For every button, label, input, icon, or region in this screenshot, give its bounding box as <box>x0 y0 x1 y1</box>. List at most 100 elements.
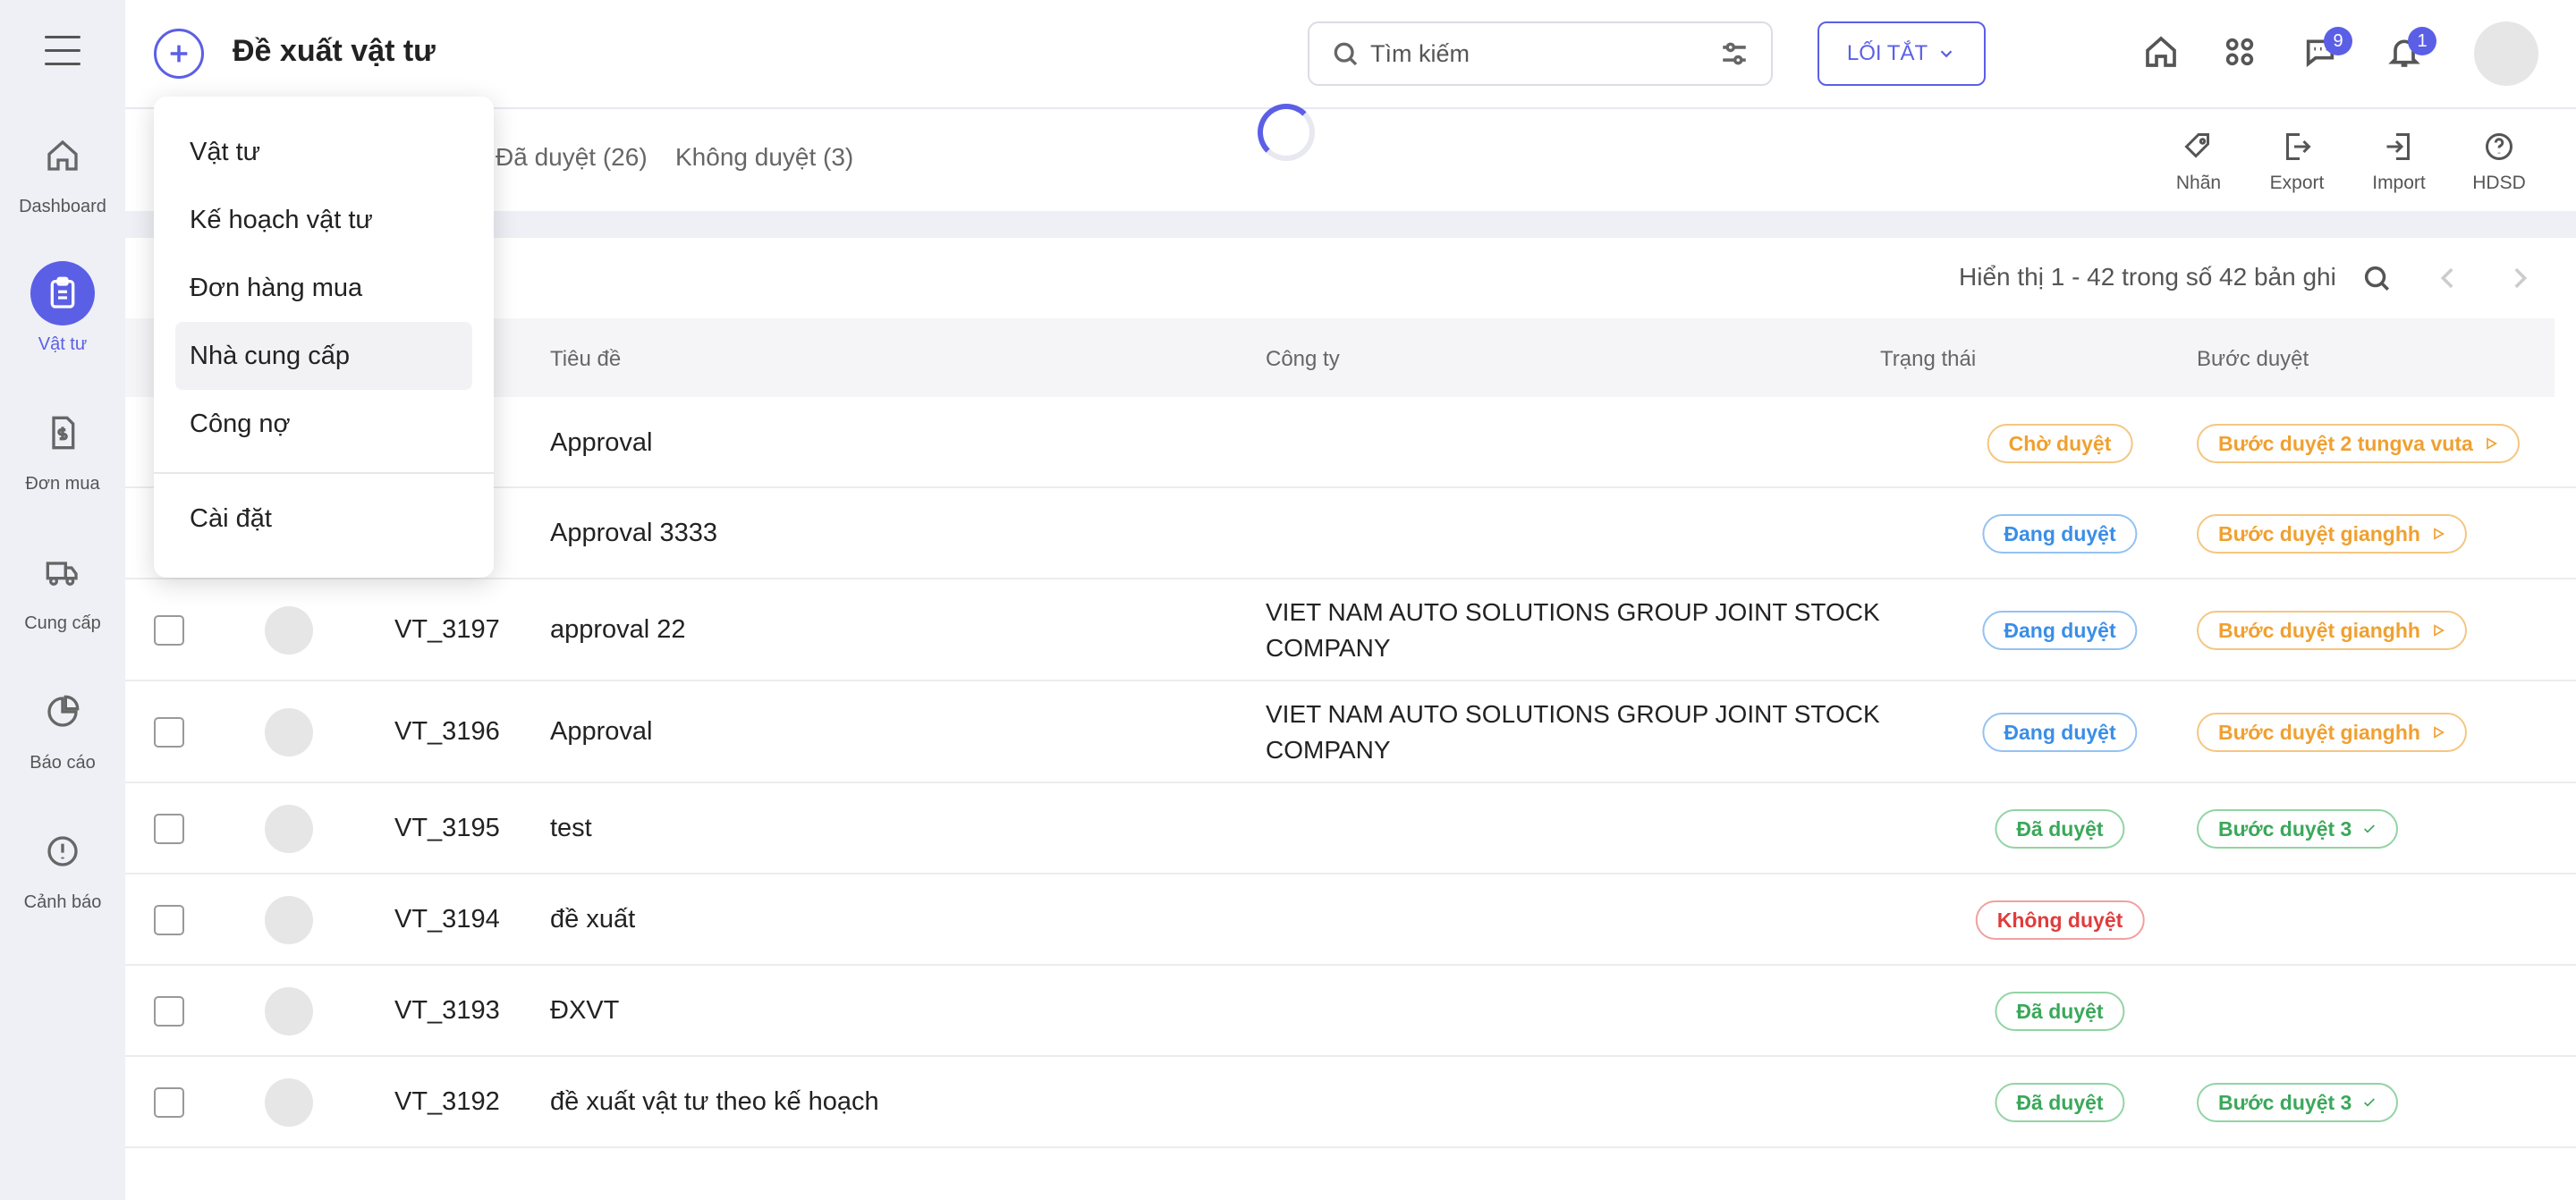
tag-button[interactable]: Nhãn <box>2154 131 2243 194</box>
row-title[interactable]: approval 22 <box>550 615 686 645</box>
sidebar-item-cung-cap[interactable]: Cung cấp <box>0 540 125 634</box>
approval-step-badge[interactable]: Bước duyệt 3 <box>2197 809 2399 849</box>
row-title[interactable]: đề xuất <box>550 905 635 934</box>
row-title[interactable]: test <box>550 814 592 843</box>
plus-icon <box>170 45 188 63</box>
row-title[interactable]: đề xuất vật tư theo kế hoạch <box>550 1087 879 1117</box>
approval-step-badge[interactable]: Bước duyệt gianghh <box>2197 611 2467 650</box>
chat-icon[interactable]: 9 <box>2302 27 2352 73</box>
column-title[interactable]: Tiêu đề <box>550 347 621 372</box>
row-title[interactable]: Approval <box>550 428 652 458</box>
approval-step-badge[interactable]: Bước duyệt gianghh <box>2197 514 2467 554</box>
shortcut-label: LỐI TẮT <box>1846 41 1928 65</box>
row-checkbox[interactable] <box>154 1087 184 1118</box>
page-title: Đề xuất vật tư <box>233 34 436 68</box>
sidebar-item-label: Cung cấp <box>24 613 101 633</box>
sidebar-item-label: Đơn mua <box>25 474 100 494</box>
menu-item-nha-cung-cap[interactable]: Nhà cung cấp <box>175 322 472 390</box>
apps-grid-icon[interactable] <box>2222 34 2261 73</box>
table-row[interactable]: VT_3193 ĐXVT Đã duyệt <box>125 966 2576 1057</box>
top-header: Đề xuất vật tư LỐI TẮT 9 1 <box>125 0 2576 109</box>
export-icon <box>2286 133 2311 160</box>
search-input[interactable] <box>1370 39 1719 68</box>
tab-approved[interactable]: Đã duyệt (26) <box>496 143 648 172</box>
sidebar-item-bao-cao[interactable]: Báo cáo <box>0 680 125 773</box>
approval-step-badge[interactable]: Bước duyệt gianghh <box>2197 713 2467 752</box>
column-step[interactable]: Bước duyệt <box>2197 347 2309 372</box>
avatar <box>265 606 313 655</box>
menu-divider <box>154 472 494 474</box>
row-checkbox[interactable] <box>154 814 184 844</box>
import-button[interactable]: Import <box>2354 131 2444 194</box>
menu-item-don-hang-mua[interactable]: Đơn hàng mua <box>175 254 472 322</box>
search-box[interactable] <box>1308 21 1773 86</box>
approval-step-label: Bước duyệt 3 <box>2218 1090 2352 1114</box>
table-search-icon[interactable] <box>2361 263 2394 295</box>
column-company[interactable]: Công ty <box>1266 347 1340 372</box>
export-button[interactable]: Export <box>2252 131 2342 194</box>
pie-chart-icon <box>30 680 95 744</box>
home-shortcut-icon[interactable] <box>2143 34 2182 73</box>
row-code: VT_3196 <box>394 717 500 746</box>
create-dropdown-menu: Vật tư Kế hoạch vật tư Đơn hàng mua Nhà … <box>154 97 494 578</box>
next-page-icon[interactable] <box>2504 263 2537 295</box>
invoice-icon <box>30 401 95 465</box>
export-label: Export <box>2269 173 2325 193</box>
table-row[interactable]: VT_3195 test Đã duyệt Bước duyệt 3 <box>125 783 2576 875</box>
menu-item-cai-dat[interactable]: Cài đặt <box>175 485 472 553</box>
shortcut-button[interactable]: LỐI TẮT <box>1818 21 1986 86</box>
table-row[interactable]: VT_3196 Approval VIET NAM AUTO SOLUTIONS G… <box>125 681 2576 783</box>
status-badge: Đã duyệt <box>1995 1083 2125 1122</box>
avatar <box>265 805 313 853</box>
sidebar-item-label: Dashboard <box>19 197 106 216</box>
notification-badge: 1 <box>2408 27 2436 55</box>
menu-icon[interactable] <box>45 36 80 66</box>
row-checkbox[interactable] <box>154 717 184 748</box>
table-row[interactable]: VT_3194 đề xuất Không duyệt <box>125 875 2576 966</box>
table-row[interactable]: VT_3192 đề xuất vật tư theo kế hoạch Đã du… <box>125 1057 2576 1148</box>
sidebar-item-canh-bao[interactable]: Cảnh báo <box>0 819 125 913</box>
column-status[interactable]: Trạng thái <box>1880 347 1976 372</box>
status-badge: Đang duyệt <box>1982 611 2138 650</box>
notification-icon[interactable]: 1 <box>2386 27 2436 73</box>
row-title[interactable]: Approval 3333 <box>550 519 717 548</box>
approval-step-label: Bước duyệt gianghh <box>2218 521 2420 545</box>
tag-label: Nhãn <box>2175 173 2222 193</box>
row-company: VIET NAM AUTO SOLUTIONS GROUP JOINT STOC… <box>1266 700 1880 764</box>
avatar <box>265 987 313 1035</box>
status-badge: Đang duyệt <box>1982 514 2138 554</box>
menu-item-vat-tu[interactable]: Vật tư <box>175 118 472 186</box>
approval-step-badge[interactable]: Bước duyệt 3 <box>2197 1083 2399 1122</box>
sidebar-item-don-mua[interactable]: Đơn mua <box>0 401 125 494</box>
filter-icon[interactable] <box>1719 38 1750 69</box>
user-avatar[interactable] <box>2474 21 2538 86</box>
row-title[interactable]: Approval <box>550 717 652 747</box>
row-title[interactable]: ĐXVT <box>550 996 619 1026</box>
sidebar-item-dashboard[interactable]: Dashboard <box>0 123 125 217</box>
row-checkbox[interactable] <box>154 996 184 1027</box>
row-code: VT_3193 <box>394 996 500 1025</box>
approval-step-label: Bước duyệt 2 tungva vuta <box>2218 431 2473 455</box>
status-badge: Chờ duyệt <box>1987 424 2133 463</box>
play-icon <box>2486 437 2497 450</box>
play-icon <box>2434 726 2445 739</box>
add-button[interactable] <box>154 29 204 79</box>
approval-step-label: Bước duyệt 3 <box>2218 816 2352 841</box>
help-label: HDSD <box>2472 173 2526 193</box>
status-badge: Đang duyệt <box>1982 713 2138 752</box>
check-icon <box>2364 1098 2376 1107</box>
menu-item-cong-no[interactable]: Công nợ <box>175 390 472 458</box>
tab-rejected[interactable]: Không duyệt (3) <box>675 143 853 172</box>
status-badge: Đã duyệt <box>1995 992 2125 1031</box>
row-checkbox[interactable] <box>154 905 184 935</box>
status-badge: Đã duyệt <box>1995 809 2125 849</box>
prev-page-icon[interactable] <box>2433 263 2465 295</box>
approval-step-badge[interactable]: Bước duyệt 2 tungva vuta <box>2197 424 2520 463</box>
row-checkbox[interactable] <box>154 615 184 646</box>
table-row[interactable]: VT_3197 approval 22 VIET NAM AUTO SOLUTION… <box>125 579 2576 681</box>
help-button[interactable]: HDSD <box>2454 131 2544 194</box>
play-icon <box>2434 624 2445 637</box>
search-icon <box>1334 42 1358 66</box>
sidebar-item-vat-tu[interactable]: Vật tư <box>0 261 125 355</box>
menu-item-ke-hoach-vat-tu[interactable]: Kế hoạch vật tư <box>175 186 472 254</box>
